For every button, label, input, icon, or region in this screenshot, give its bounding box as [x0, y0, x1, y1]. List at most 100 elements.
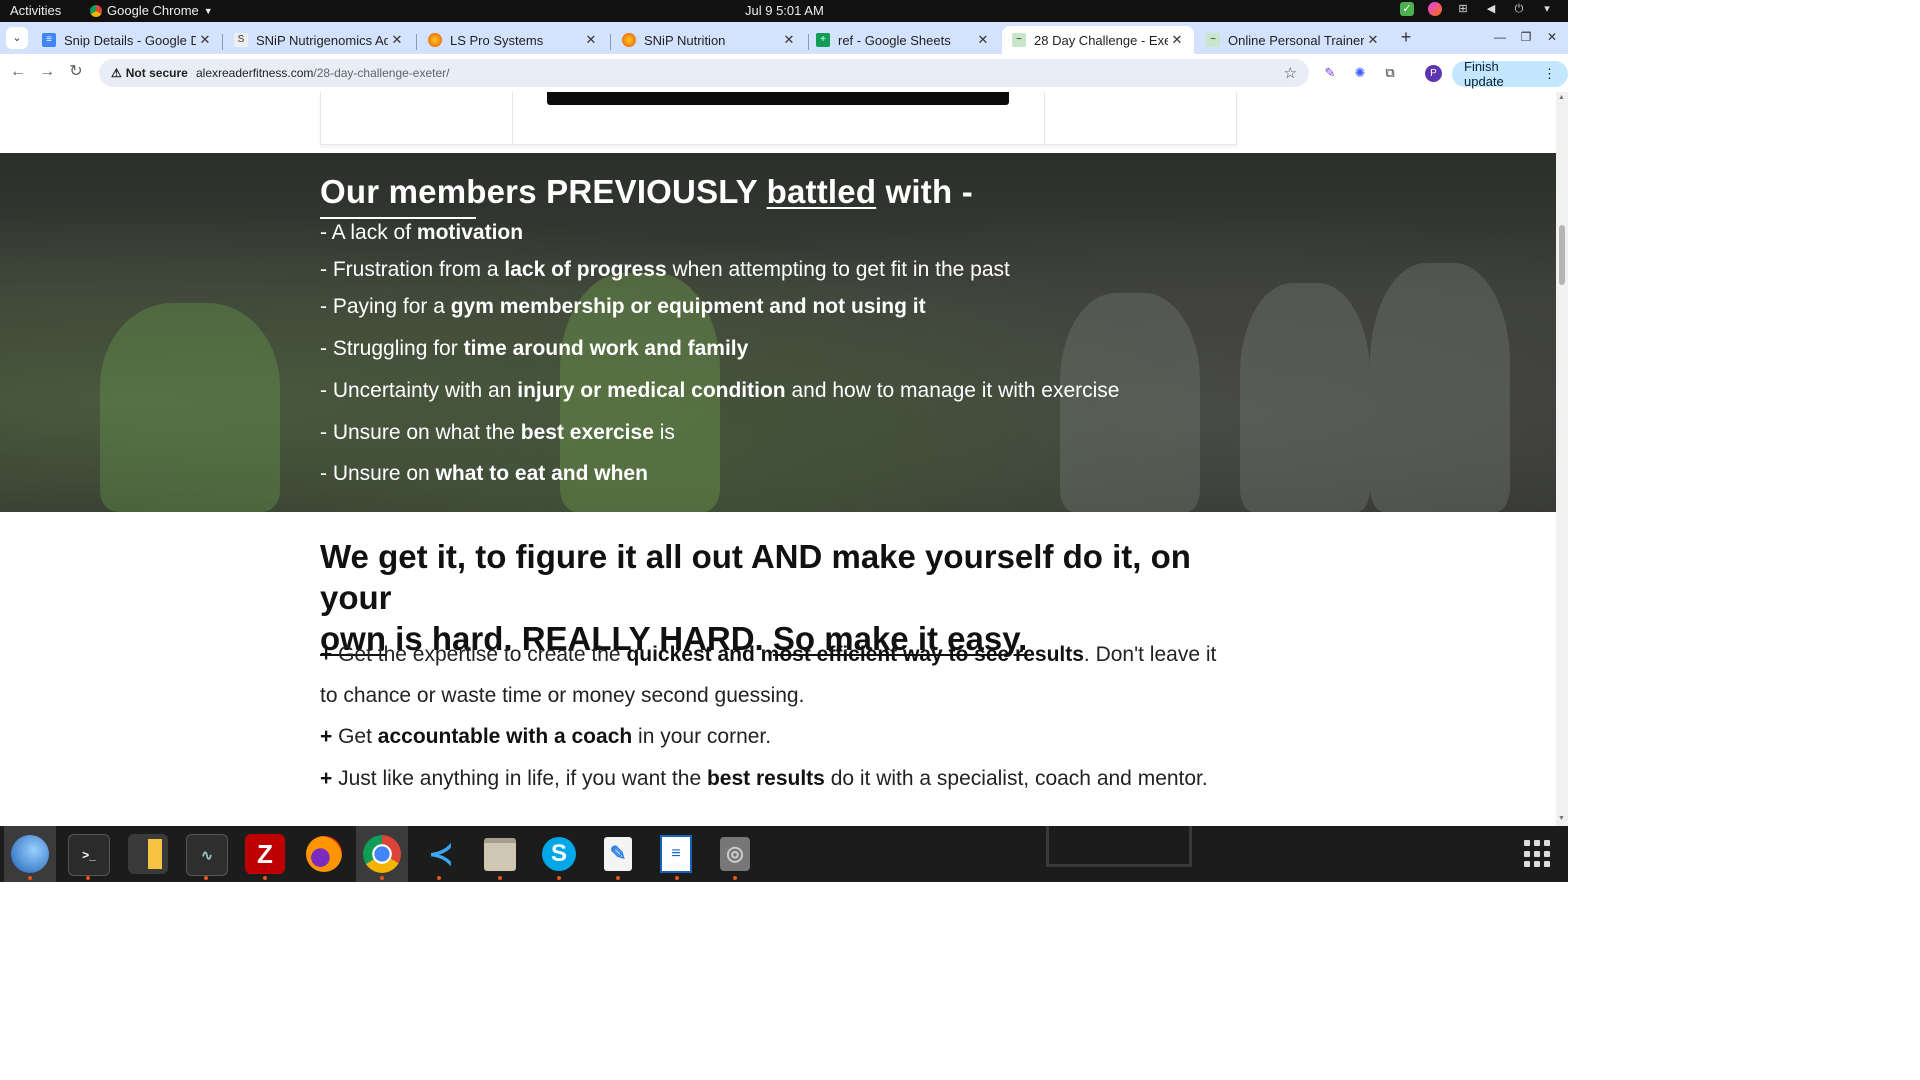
firefox-launcher[interactable]: [304, 834, 344, 874]
bullet-text: - Struggling for: [320, 337, 464, 360]
background-photo-figure: [1240, 283, 1370, 512]
copilot-icon[interactable]: [1428, 2, 1442, 16]
extensions-puzzle-icon[interactable]: ⧉: [1382, 65, 1398, 81]
close-icon[interactable]: ✕: [780, 32, 798, 48]
page-scrollbar[interactable]: ▲ ▼: [1556, 92, 1568, 826]
pain-point-item: - Struggling for time around work and fa…: [320, 337, 748, 361]
disk-icon: ◎: [720, 837, 750, 871]
calculator-launcher[interactable]: [128, 834, 168, 874]
browser-toolbar: ← → ↻ ⚠ Not secure alexreaderfitness.com…: [0, 54, 1568, 93]
skype-launcher[interactable]: S: [539, 834, 579, 874]
url-host: alexreaderfitness.com: [196, 66, 314, 80]
terminal-icon: >_: [82, 848, 96, 862]
forward-button[interactable]: →: [38, 63, 56, 81]
network-icon[interactable]: ⊞: [1456, 2, 1470, 16]
vscode-launcher[interactable]: ≺: [421, 834, 461, 874]
disk-utility-launcher[interactable]: ◎: [715, 834, 755, 874]
wallpaper-fragment: [1046, 826, 1192, 867]
google-docs-icon: ≡: [42, 33, 56, 47]
show-apps-grid-icon[interactable]: [1524, 840, 1552, 868]
address-bar[interactable]: ⚠ Not secure alexreaderfitness.com/28-da…: [99, 59, 1309, 87]
bookmark-star-icon[interactable]: ☆: [1284, 64, 1297, 82]
scroll-up-icon[interactable]: ▲: [1558, 94, 1565, 101]
finish-update-button[interactable]: Finish update ⋮: [1452, 59, 1568, 89]
warning-icon: ⚠: [111, 66, 122, 80]
tab-online-personal-trainer[interactable]: ~ Online Personal Trainer ✕: [1196, 26, 1390, 54]
system-tray[interactable]: ✓ ⊞ ◀ ⏻ ▾: [1400, 2, 1554, 16]
tab-strip: ⌄ ≡ Snip Details - Google Do ✕ S SNiP Nu…: [0, 22, 1568, 54]
bullet-text: - Unsure on: [320, 462, 436, 485]
close-icon[interactable]: ✕: [1168, 32, 1186, 48]
restore-button[interactable]: ❐: [1518, 30, 1534, 44]
tab-snip-nutrigenomics[interactable]: S SNiP Nutrigenomics Adm ✕: [224, 26, 414, 54]
terminal-launcher[interactable]: >_: [68, 834, 110, 876]
tab-title: ref - Google Sheets: [838, 32, 951, 48]
update-icon[interactable]: ✓: [1400, 2, 1414, 16]
tab-ref-google-sheets[interactable]: + ref - Google Sheets ✕: [806, 26, 1000, 54]
site-info-button[interactable]: ⚠ Not secure: [105, 63, 194, 83]
tab-snip-details[interactable]: ≡ Snip Details - Google Do ✕: [32, 26, 222, 54]
pain-point-item: - A lack of motivation: [320, 221, 523, 245]
pain-point-item: - Unsure on what to eat and when: [320, 462, 648, 486]
bullet-bold: time around work and family: [463, 337, 749, 360]
page-viewport[interactable]: Our members PREVIOUSLY battled with - - …: [0, 92, 1556, 826]
chevron-down-icon[interactable]: ▾: [1540, 2, 1554, 16]
running-indicator: [86, 876, 90, 880]
site-icon: ~: [1206, 33, 1220, 47]
profile-avatar[interactable]: P: [1425, 65, 1442, 82]
running-indicator: [28, 876, 32, 880]
app-menu[interactable]: Google Chrome ▼: [90, 3, 213, 18]
url-text[interactable]: alexreaderfitness.com/28-day-challenge-e…: [196, 66, 449, 80]
close-window-button[interactable]: ✕: [1544, 30, 1560, 44]
thunderbird-launcher[interactable]: [4, 826, 56, 882]
firefox-icon: [306, 836, 342, 872]
scroll-down-icon[interactable]: ▼: [1558, 815, 1565, 822]
tab-title: LS Pro Systems: [450, 32, 544, 48]
app-menu-label: Google Chrome: [107, 3, 199, 18]
back-button[interactable]: ←: [9, 63, 27, 81]
close-icon: ✕: [1546, 30, 1558, 44]
close-icon[interactable]: ✕: [388, 32, 406, 48]
tab-search-button[interactable]: ⌄: [6, 27, 28, 49]
tab-title: 28 Day Challenge - Exete: [1034, 32, 1168, 48]
tab-snip-nutrition[interactable]: SNiP Nutrition ✕: [612, 26, 806, 54]
system-monitor-launcher[interactable]: ∿: [186, 834, 228, 876]
heading-underline-rule: [320, 217, 476, 219]
cta-button-bottom[interactable]: [547, 92, 1009, 105]
running-indicator: [204, 876, 208, 880]
bullet-text: and how to manage it with exercise: [785, 379, 1120, 402]
bullet-bold: best exercise: [520, 421, 654, 444]
activities-button[interactable]: Activities: [10, 3, 61, 18]
pen-extension-icon[interactable]: ✎: [1322, 65, 1338, 81]
tab-28-day-challenge[interactable]: ~ 28 Day Challenge - Exete ✕: [1002, 26, 1194, 54]
power-icon[interactable]: ⏻: [1512, 2, 1526, 16]
thunderbird-icon: [11, 835, 49, 873]
pain-point-item: - Unsure on what the best exercise is: [320, 421, 675, 445]
text-editor-launcher[interactable]: ✎: [598, 834, 638, 874]
clock[interactable]: Jul 9 5:01 AM: [745, 3, 824, 18]
chrome-launcher[interactable]: [356, 826, 408, 882]
bullet-bold: gym membership or equipment and not usin…: [450, 295, 926, 318]
reload-button[interactable]: ↻: [67, 63, 85, 81]
not-secure-label: Not secure: [125, 66, 188, 80]
close-icon[interactable]: ✕: [196, 32, 214, 48]
bullet-bold: motivation: [416, 221, 524, 244]
filezilla-launcher[interactable]: Z: [245, 834, 285, 874]
arrow-right-icon: →: [39, 63, 55, 80]
new-tab-button[interactable]: +: [1396, 27, 1416, 47]
pain-point-item: - Paying for a gym membership or equipme…: [320, 295, 926, 319]
close-icon[interactable]: ✕: [582, 32, 600, 48]
plus-icon: +: [1400, 27, 1412, 47]
scrollbar-thumb[interactable]: [1559, 225, 1565, 285]
libreoffice-writer-launcher[interactable]: ≡: [656, 834, 696, 874]
volume-icon[interactable]: ◀: [1484, 2, 1498, 16]
files-launcher[interactable]: [480, 834, 520, 874]
minimize-icon: —: [1494, 30, 1506, 44]
minimize-button[interactable]: —: [1492, 30, 1508, 44]
skype-icon: S: [542, 837, 576, 871]
close-icon[interactable]: ✕: [974, 32, 992, 48]
sparkle-extension-icon[interactable]: ✺: [1352, 65, 1368, 81]
tab-ls-pro-systems[interactable]: LS Pro Systems ✕: [418, 26, 608, 54]
close-icon[interactable]: ✕: [1364, 32, 1382, 48]
bullet-bold: what to eat and when: [435, 462, 648, 485]
